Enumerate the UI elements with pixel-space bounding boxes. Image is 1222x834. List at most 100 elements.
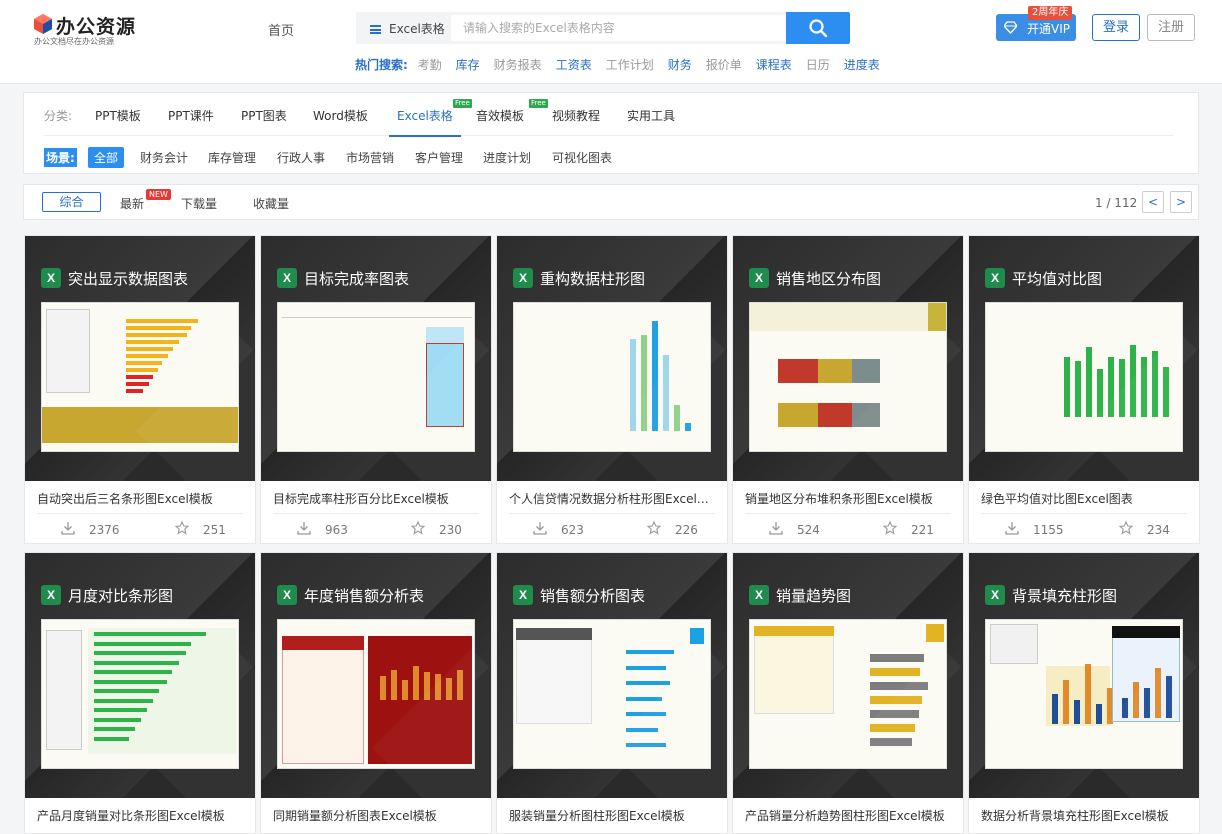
card-heading: 平均值对比图 [1012,270,1103,288]
hot-search-item[interactable]: 工作计划 [606,58,654,72]
template-card[interactable]: X 年度销售额分析表同期销量额分析图表Excel模板 [260,552,492,834]
preview-bar [126,319,199,323]
card-thumbnail[interactable]: X 销售额分析图表 [497,553,727,798]
search-button[interactable] [786,12,850,44]
preview-bar [626,696,662,701]
site-header: 办公资源 办公文档尽在办公资源 首页 Excel表格 热门搜索: 考勤库存财务报… [0,0,1222,84]
scene-filter-item[interactable]: 市场营销 [346,149,394,166]
scene-filter-item[interactable]: 进度计划 [483,149,531,166]
card-heading: 目标完成率图表 [304,270,410,288]
preview-side-panel [1112,626,1180,722]
card-title-link[interactable]: 自动突出后三名条形图Excel模板 [37,490,243,507]
template-card[interactable]: X 背景填充柱形图数据分析背景填充柱形图Excel模板 [968,552,1200,834]
scene-filter-item[interactable]: 全部 [88,147,125,168]
preview-bar [870,696,922,704]
hot-search-item[interactable]: 进度表 [844,58,880,72]
card-thumbnail[interactable]: X 年度销售额分析表 [261,553,491,798]
template-card[interactable]: X 销售地区分布图 销量地区分布堆积条形图Excel模板 524 221 [732,235,964,544]
scene-filter-item[interactable]: 行政人事 [277,149,325,166]
nav-home-link[interactable]: 首页 [268,20,294,39]
card-thumbnail[interactable]: X 重构数据柱形图 [497,236,727,481]
category-tab[interactable]: PPT图表 [241,107,287,124]
preview-bar [818,403,852,427]
card-thumbnail[interactable]: X 销量趋势图 [733,553,963,798]
card-divider [37,513,243,514]
preview-note-band [42,407,238,443]
hot-search-item[interactable]: 课程表 [756,58,792,72]
logo-subtitle: 办公文档尽在办公资源 [34,37,114,46]
download-count-value: 963 [325,523,348,537]
card-thumbnail[interactable]: X 背景填充柱形图 [969,553,1199,798]
category-tab[interactable]: 实用工具 [627,107,675,124]
template-card[interactable]: X 重构数据柱形图 个人信贷情况数据分析柱形图Excel模板 623 226 [496,235,728,544]
category-tab[interactable]: 音效模板 [476,107,524,124]
vip-button[interactable]: 2周年庆 开通VIP [996,6,1076,41]
template-card[interactable]: X 目标完成率图表 目标完成率柱形百分比Excel模板 963 230 [260,235,492,544]
hot-search-item[interactable]: 财务 [668,58,692,72]
card-title-link[interactable]: 同期销量额分析图表Excel模板 [273,807,479,824]
category-tab[interactable]: Excel表格 [389,107,461,137]
site-logo[interactable]: 办公资源 办公文档尽在办公资源 [34,14,135,50]
hot-search-item[interactable]: 日历 [806,58,830,72]
search-input[interactable] [451,15,786,41]
sort-option[interactable]: 收藏量 [253,195,289,212]
card-title-link[interactable]: 绿色平均值对比图Excel图表 [981,490,1187,507]
download-count-value: 2376 [89,523,120,537]
template-card[interactable]: X 月度对比条形图产品月度销量对比条形图Excel模板 [24,552,256,834]
card-title-link[interactable]: 目标完成率柱形百分比Excel模板 [273,490,479,507]
preview-bar [1144,688,1150,718]
preview-bar [685,423,691,431]
free-tag: Free [453,99,472,108]
next-page-button[interactable]: > [1170,191,1192,213]
sort-option[interactable]: 综合 [42,192,101,212]
sort-option[interactable]: 下载量 [181,195,217,212]
template-card[interactable]: X 销售额分析图表服装销量分析图柱形图Excel模板 [496,552,728,834]
prev-page-button[interactable]: < [1142,191,1164,213]
preview-table [46,309,90,393]
card-title-link[interactable]: 销量地区分布堆积条形图Excel模板 [745,490,951,507]
search-category-dropdown[interactable]: Excel表格 [370,20,445,37]
preview-bar [94,708,148,712]
template-card[interactable]: X 突出显示数据图表 自动突出后三名条形图Excel模板 2376 251 [24,235,256,544]
preview-bar [94,689,159,693]
preview-bar [652,321,658,431]
scene-filter-item[interactable]: 财务会计 [140,149,188,166]
card-thumbnail[interactable]: X 销售地区分布图 [733,236,963,481]
hot-search-item[interactable]: 财务报表 [494,58,542,72]
card-title-link[interactable]: 数据分析背景填充柱形图Excel模板 [981,807,1187,824]
card-thumbnail[interactable]: X 突出显示数据图表 [25,236,255,481]
card-title-link[interactable]: 产品月度销量对比条形图Excel模板 [37,807,243,824]
scene-row: 场景: 全部 财务会计 库存管理 行政人事 市场营销 客户管理 进度计划 可视化图表 [44,137,1174,175]
hot-search-item[interactable]: 工资表 [556,58,592,72]
card-thumbnail[interactable]: X 目标完成率图表 [261,236,491,481]
template-card[interactable]: X 销量趋势图产品销量分析趋势图柱形图Excel模板 [732,552,964,834]
star-icon [1119,521,1133,535]
scene-filter-item[interactable]: 可视化图表 [552,149,612,166]
scene-filter-item[interactable]: 客户管理 [415,149,463,166]
category-tab[interactable]: Word模板 [313,107,368,124]
category-tab[interactable]: PPT模板 [95,107,141,124]
download-icon [1005,522,1019,535]
category-tab[interactable]: PPT课件 [168,107,214,124]
category-tab[interactable]: 视频教程 [552,107,600,124]
card-title-link[interactable]: 个人信贷情况数据分析柱形图Excel模板 [509,490,715,507]
register-button[interactable]: 注册 [1147,14,1195,41]
excel-icon: X [513,268,533,288]
card-thumbnail[interactable]: X 月度对比条形图 [25,553,255,798]
template-card[interactable]: X 平均值对比图 绿色平均值对比图Excel图表 1155 234 [968,235,1200,544]
preview-bar [1096,704,1102,724]
card-heading: 突出显示数据图表 [68,270,189,288]
preview-bar [626,665,666,670]
card-thumbnail[interactable]: X 平均值对比图 [969,236,1199,481]
sort-option[interactable]: 最新 [120,195,144,212]
hot-search-item[interactable]: 报价单 [706,58,742,72]
card-title-link[interactable]: 服装销量分析图柱形图Excel模板 [509,807,715,824]
hot-search-item[interactable]: 库存 [456,58,480,72]
hot-search-item[interactable]: 考勤 [418,58,442,72]
preview-bar [126,347,174,351]
card-title-link[interactable]: 产品销量分析趋势图柱形图Excel模板 [745,807,951,824]
login-button[interactable]: 登录 [1092,14,1140,41]
preview-bar [1155,668,1161,718]
scene-filter-item[interactable]: 库存管理 [208,149,256,166]
preview-bar [1085,664,1091,724]
